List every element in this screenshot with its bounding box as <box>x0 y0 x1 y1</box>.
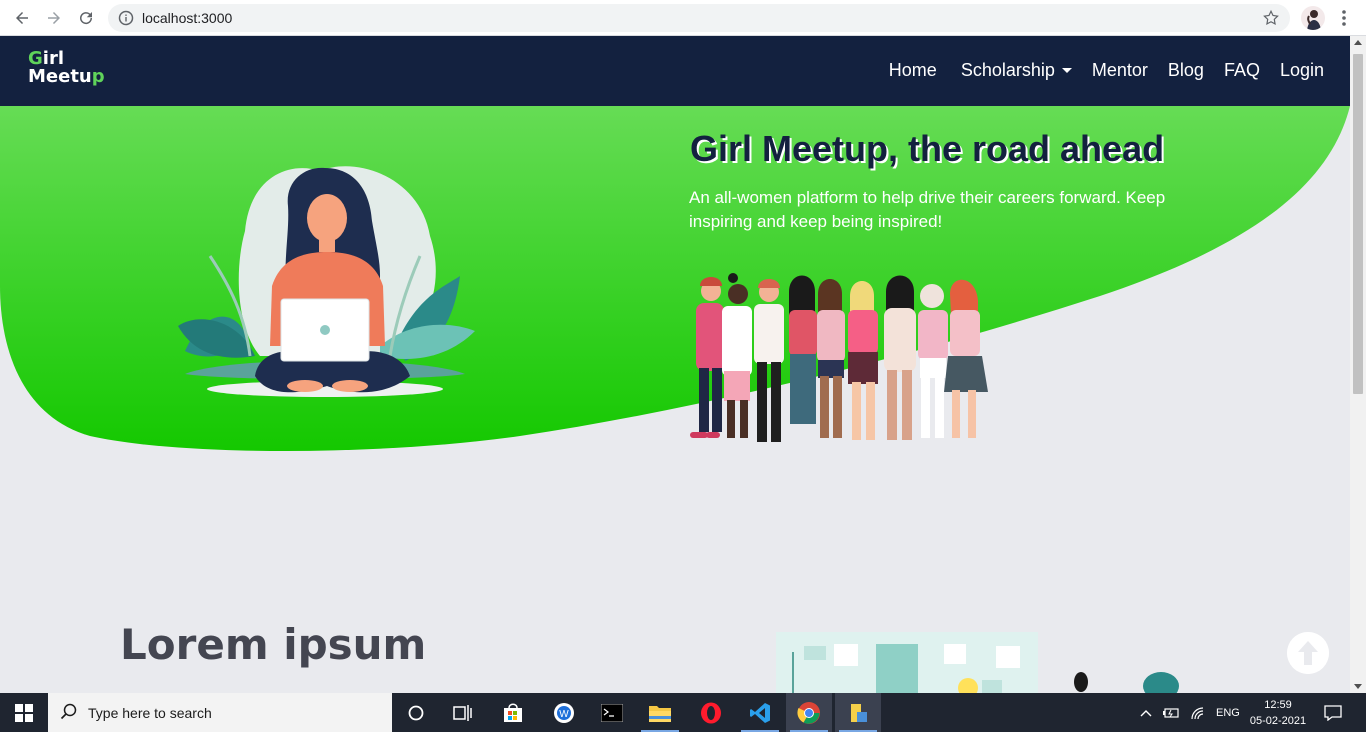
scroll-up-icon[interactable] <box>1354 40 1362 45</box>
file-explorer-icon[interactable] <box>637 693 683 732</box>
clock-time: 12:59 <box>1264 699 1292 711</box>
profile-avatar[interactable] <box>1301 6 1325 30</box>
nav-faq[interactable]: FAQ <box>1224 60 1260 81</box>
search-placeholder: Type here to search <box>88 705 212 721</box>
svg-text:W: W <box>559 709 569 720</box>
vscode-icon[interactable] <box>737 693 783 732</box>
brand-logo[interactable]: Girl Meetup <box>28 50 105 86</box>
windows-logo-icon <box>15 703 33 722</box>
terminal-icon[interactable] <box>589 693 635 732</box>
nav-blog[interactable]: Blog <box>1168 60 1204 81</box>
bookmark-star-icon[interactable] <box>1262 9 1280 27</box>
scroll-to-top-button[interactable] <box>1287 632 1329 674</box>
system-tray: ENG <box>1140 693 1240 732</box>
caret-down-icon <box>1061 68 1072 73</box>
app-icon-folder[interactable] <box>835 693 881 732</box>
search-icon <box>60 703 77 720</box>
nav-mentor[interactable]: Mentor <box>1092 60 1148 81</box>
task-view-icon[interactable] <box>440 693 486 732</box>
page-scrollbar[interactable] <box>1350 36 1366 693</box>
women-group-illustration <box>690 273 988 442</box>
scrollbar-thumb[interactable] <box>1353 54 1363 394</box>
clock[interactable]: 12:59 05-02-2021 <box>1244 697 1312 729</box>
info-icon[interactable] <box>118 10 134 26</box>
back-arrow-icon[interactable] <box>10 6 34 30</box>
arrow-up-icon <box>1287 632 1329 674</box>
hero-title: Girl Meetup, the road ahead <box>690 128 1165 169</box>
forward-arrow-icon[interactable] <box>42 6 66 30</box>
cortana-icon[interactable] <box>393 693 439 732</box>
browser-toolbar: localhost:3000 <box>0 0 1366 36</box>
address-bar[interactable]: localhost:3000 <box>108 4 1290 32</box>
nav-home[interactable]: Home <box>889 60 937 81</box>
store-icon[interactable] <box>490 693 536 732</box>
opera-icon[interactable] <box>688 693 734 732</box>
chrome-icon[interactable] <box>786 693 832 732</box>
hero-subtitle: An all-women platform to help drive thei… <box>689 188 1166 231</box>
more-menu-icon[interactable] <box>1336 8 1352 28</box>
nav-scholarship-dropdown[interactable]: Scholarship <box>961 60 1072 81</box>
chevron-up-icon[interactable] <box>1140 708 1152 718</box>
office-board-illustration <box>776 632 1179 693</box>
windows-taskbar: Type here to search W ENG 12:59 05-02-20… <box>0 693 1366 732</box>
nav-login[interactable]: Login <box>1280 60 1324 81</box>
reload-icon[interactable] <box>74 6 98 30</box>
url-text[interactable]: localhost:3000 <box>142 10 232 26</box>
nav-scholarship-label: Scholarship <box>960 60 1055 80</box>
wifi-icon[interactable] <box>1190 706 1206 720</box>
app-icon-w[interactable]: W <box>541 693 587 732</box>
scroll-down-icon[interactable] <box>1354 684 1362 689</box>
notification-icon[interactable] <box>1312 693 1354 732</box>
section-heading: Lorem ipsum <box>120 620 427 669</box>
brand-line-2: Meetup <box>28 66 105 87</box>
language-indicator[interactable]: ENG <box>1216 707 1240 719</box>
site-navbar: Girl Meetup Home Scholarship Mentor Blog… <box>0 36 1350 106</box>
nav-links: Home Scholarship Mentor Blog FAQ Login <box>869 60 1324 81</box>
battery-icon[interactable] <box>1162 707 1180 719</box>
page-viewport: Girl Meetup Home Scholarship Mentor Blog… <box>0 36 1350 693</box>
taskbar-search[interactable]: Type here to search <box>48 693 392 732</box>
start-button[interactable] <box>0 693 48 732</box>
clock-date: 05-02-2021 <box>1249 715 1307 727</box>
